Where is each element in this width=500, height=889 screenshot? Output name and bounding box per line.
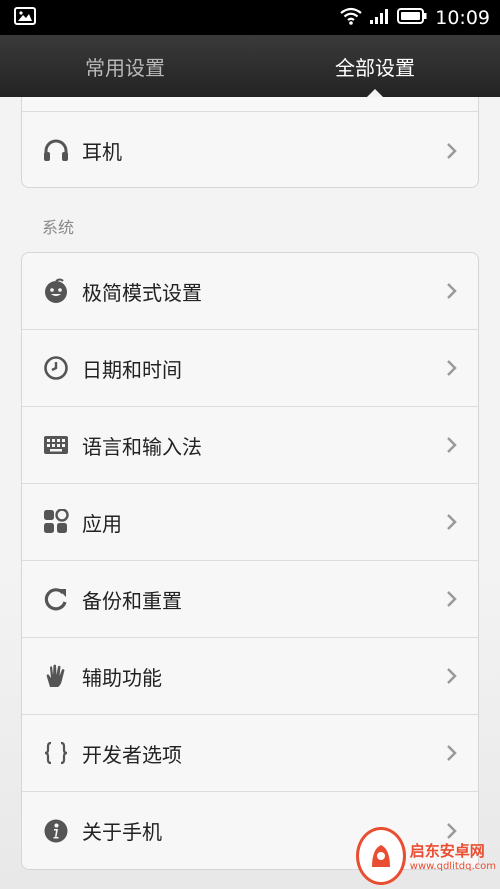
chevron-right-icon [444, 745, 460, 761]
tab-bar: 常用设置 全部设置 [0, 35, 500, 98]
chevron-right-icon [444, 514, 460, 530]
section-header-system: 系统 [42, 218, 75, 237]
tab-label: 全部设置 [335, 55, 415, 80]
hand-icon [42, 662, 70, 690]
settings-item-label: 应用 [82, 511, 122, 536]
braces-icon [42, 739, 70, 767]
settings-card-top: 耳机 [21, 97, 479, 188]
settings-item-language-input[interactable]: 语言和输入法 [22, 407, 478, 484]
info-icon [42, 817, 70, 845]
settings-item-apps[interactable]: 应用 [22, 484, 478, 561]
gallery-notification-icon [14, 6, 36, 29]
settings-item-label: 耳机 [82, 140, 122, 164]
settings-item-label: 语言和输入法 [82, 434, 202, 459]
clock-icon [42, 354, 70, 382]
apps-grid-icon [42, 508, 70, 536]
tab-label: 常用设置 [85, 55, 165, 80]
backup-refresh-icon [42, 585, 70, 613]
battery-icon [397, 7, 427, 29]
site-watermark: 启东安卓网 www.qdlitdq.com [356, 823, 496, 889]
settings-item-label: 极简模式设置 [82, 280, 202, 305]
settings-item-label: 备份和重置 [82, 588, 182, 613]
tab-all-settings[interactable]: 全部设置 [250, 35, 500, 98]
settings-item-simple-mode[interactable]: 极简模式设置 [22, 253, 478, 330]
status-time: 10:09 [435, 6, 490, 29]
status-bar: 10:09 [0, 0, 500, 35]
settings-item-label: 日期和时间 [82, 357, 182, 382]
settings-card-system: 极简模式设置 日期和时间 语言和输入法 应用 备份和重置 辅助功能 开发者选项 … [21, 252, 479, 870]
signal-icon [369, 7, 391, 29]
chevron-right-icon [444, 437, 460, 453]
chevron-right-icon [444, 668, 460, 684]
simple-mode-face-icon [42, 277, 70, 305]
watermark-url: www.qdlitdq.com [409, 861, 496, 872]
headphones-icon [42, 137, 70, 165]
settings-item-label: 辅助功能 [82, 665, 162, 690]
watermark-logo-icon [356, 827, 406, 885]
chevron-right-icon [444, 591, 460, 607]
settings-item-label: 开发者选项 [82, 742, 182, 767]
wifi-icon [339, 7, 363, 29]
chevron-right-icon [444, 360, 460, 376]
settings-list[interactable]: 耳机 系统 极简模式设置 日期和时间 语言和输入法 应用 备份和重置 辅助功能 … [0, 97, 500, 889]
settings-item-developer-options[interactable]: 开发者选项 [22, 715, 478, 792]
chevron-right-icon [444, 142, 460, 159]
chevron-right-icon [444, 283, 460, 299]
settings-item-backup-reset[interactable]: 备份和重置 [22, 561, 478, 638]
settings-item-accessibility[interactable]: 辅助功能 [22, 638, 478, 715]
tab-common-settings[interactable]: 常用设置 [0, 35, 250, 97]
watermark-title: 启东安卓网 [409, 842, 485, 860]
settings-item-date-time[interactable]: 日期和时间 [22, 330, 478, 407]
keyboard-icon [42, 431, 70, 459]
settings-item-headphones[interactable]: 耳机 [22, 112, 478, 187]
partially-hidden-row [22, 97, 478, 112]
